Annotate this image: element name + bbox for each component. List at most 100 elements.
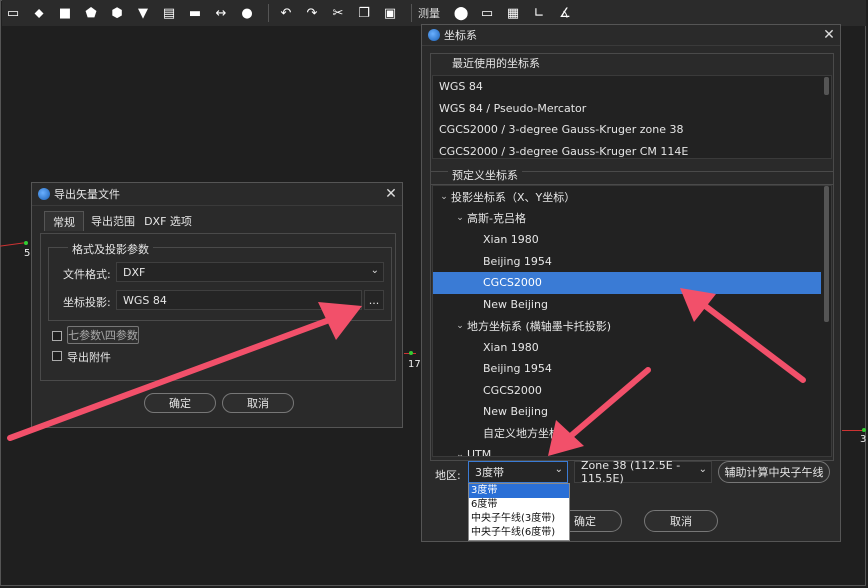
tree-item[interactable]: ⌄ 地方坐标系 (横轴墨卡托投影)	[433, 315, 831, 337]
zone-select[interactable]: Zone 38 (112.5E - 115.5E) ⌄	[574, 459, 712, 485]
ok-button[interactable]: 确定	[144, 393, 216, 413]
location-icon[interactable]: ⬤	[450, 2, 472, 24]
predefined-tree[interactable]: ⌄ 投影坐标系（X、Y坐标） ⌄ 高斯-克吕格 Xian 1980 Beijing 195…	[432, 185, 832, 457]
rectangle-icon[interactable]: ▭	[2, 2, 24, 24]
resize-arrows-icon[interactable]: ↔	[210, 2, 232, 24]
region-dropdown-list[interactable]: 3度带 6度带 中央子午线(3度带) 中央子午线(6度带)	[468, 483, 570, 541]
zone-value: Zone 38 (112.5E - 115.5E)	[581, 459, 681, 485]
dropdown-option[interactable]: 6度带	[469, 498, 569, 512]
cancel-button[interactable]: 取消	[222, 393, 294, 413]
map-point-label: 3	[860, 434, 867, 445]
app-logo-icon	[38, 188, 50, 200]
projection-field[interactable]: WGS 84	[116, 290, 362, 310]
format-label: 文件格式:	[63, 268, 111, 281]
dropdown-option[interactable]: 3度带	[469, 484, 569, 498]
map-point[interactable]	[862, 428, 866, 432]
export-attachment-checkbox[interactable]	[52, 351, 62, 361]
format-value: DXF	[123, 265, 146, 279]
tree-item-label: 高斯-克吕格	[467, 212, 526, 226]
tree-item[interactable]: CGCS2000	[433, 272, 821, 294]
circle-icon[interactable]: ●	[236, 2, 258, 24]
coordinate-system-dialog: 坐标系 ✕ 最近使用的坐标系 WGS 84 WGS 84 / Pseudo-Me…	[421, 24, 841, 542]
dialog-titlebar: 导出矢量文件 ✕	[32, 183, 402, 206]
region-label: 地区:	[435, 469, 461, 482]
toolbar: ▭ ⬥ ■ ⬟ ⬢ ▼ ▤ ▬ ↔ ● ↶ ↷ ✂ ❐ ▣ 测量 ⬤ ▭ ▦ ∟…	[2, 0, 866, 26]
chevron-down-icon[interactable]: ⌄	[453, 213, 467, 223]
toolbar-divider	[411, 4, 412, 22]
tab-dxf-options[interactable]: DXF 选项	[140, 211, 196, 231]
chevron-down-icon[interactable]: ⌄	[453, 321, 467, 331]
seven-param-button[interactable]: 七参数\四参数	[67, 326, 139, 344]
tree-item-label: Xian 1980	[483, 340, 539, 354]
tree-item-label: New Beijing	[483, 297, 548, 311]
list-item[interactable]: WGS 84	[433, 76, 831, 98]
tree-item[interactable]: Xian 1980	[433, 229, 831, 251]
funnel-icon[interactable]: ▼	[132, 2, 154, 24]
square-icon[interactable]: ■	[54, 2, 76, 24]
scrollbar-thumb[interactable]	[824, 186, 829, 322]
tab-general[interactable]: 常规	[44, 211, 84, 231]
measure-label: 测量	[418, 7, 440, 20]
projection-value: WGS 84	[123, 293, 167, 307]
tree-item[interactable]: ⌄ UTM	[433, 444, 831, 457]
recent-list[interactable]: WGS 84 WGS 84 / Pseudo-Mercator CGCS2000…	[432, 75, 832, 159]
cancel-button[interactable]: 取消	[644, 510, 718, 532]
predefined-title: 预定义坐标系	[448, 167, 522, 183]
tree-item-label: UTM	[467, 448, 492, 457]
list-item[interactable]: CGCS2000 / 3-degree Gauss-Kruger zone 38	[433, 119, 831, 141]
export-vector-dialog: 导出矢量文件 ✕ 常规 导出范围 DXF 选项 格式及投影参数 文件格式: DX…	[31, 182, 403, 428]
tree-item-label: 地方坐标系 (横轴墨卡托投影)	[467, 319, 612, 333]
list-item[interactable]: CGCS2000 / 3-degree Gauss-Kruger CM 114E	[433, 141, 831, 159]
tree-item[interactable]: ⌄ 高斯-克吕格	[433, 208, 831, 230]
tree-item[interactable]: Beijing 1954	[433, 358, 831, 380]
seven-param-checkbox[interactable]	[52, 331, 62, 341]
close-icon[interactable]: ✕	[380, 186, 402, 202]
region-select[interactable]: 3度带 ⌄	[468, 461, 568, 483]
tree-item-label: Xian 1980	[483, 233, 539, 247]
chevron-down-icon: ⌄	[554, 464, 563, 475]
group-title: 格式及投影参数	[68, 241, 153, 257]
polygon-icon[interactable]: ⬢	[106, 2, 128, 24]
cut-icon[interactable]: ✂	[327, 2, 349, 24]
copy-icon[interactable]: ❐	[353, 2, 375, 24]
tree-item[interactable]: CGCS2000	[433, 380, 831, 402]
dropdown-option[interactable]: 中央子午线(3度带)	[469, 512, 569, 526]
tree-item-label: 投影坐标系（X、Y坐标）	[451, 190, 576, 204]
area-icon[interactable]: ▦	[502, 2, 524, 24]
dialog-titlebar: 坐标系 ✕	[422, 25, 840, 46]
pentagon-icon[interactable]: ⬟	[80, 2, 102, 24]
tree-item[interactable]: 自定义地方坐标	[433, 423, 831, 445]
dialog-title: 坐标系	[444, 29, 477, 42]
format-select[interactable]: DXF ⌄	[116, 262, 384, 282]
tree-item[interactable]: Xian 1980	[433, 337, 831, 359]
close-icon[interactable]: ✕	[818, 27, 840, 43]
tree-item[interactable]: New Beijing	[433, 294, 831, 316]
list-item[interactable]: WGS 84 / Pseudo-Mercator	[433, 98, 831, 120]
scrollbar-thumb[interactable]	[824, 77, 829, 95]
pin-icon[interactable]: ⬥	[28, 2, 50, 24]
app-logo-icon	[428, 29, 440, 41]
undo-icon[interactable]: ↶	[275, 2, 297, 24]
chevron-down-icon[interactable]: ⌄	[437, 192, 451, 202]
comment-icon[interactable]: ▬	[184, 2, 206, 24]
tree-item[interactable]: New Beijing	[433, 401, 831, 423]
tree-item-label: New Beijing	[483, 405, 548, 419]
chevron-down-icon[interactable]: ⌄	[453, 450, 467, 456]
angle-measure-icon[interactable]: ∡	[554, 2, 576, 24]
tab-export-range[interactable]: 导出范围	[88, 211, 138, 231]
redo-icon[interactable]: ↷	[301, 2, 323, 24]
tree-item[interactable]: Beijing 1954	[433, 251, 831, 273]
tree-item-label: Beijing 1954	[483, 254, 552, 268]
map-point[interactable]	[24, 241, 28, 245]
chevron-down-icon: ⌄	[698, 464, 707, 475]
dropdown-option[interactable]: 中央子午线(6度带)	[469, 526, 569, 540]
map-point[interactable]	[409, 351, 413, 355]
angle-icon[interactable]: ∟	[528, 2, 550, 24]
paste-icon[interactable]: ▣	[379, 2, 401, 24]
tree-item-label: CGCS2000	[483, 276, 542, 290]
tree-item[interactable]: ⌄ 投影坐标系（X、Y坐标）	[433, 186, 831, 208]
image-icon[interactable]: ▤	[158, 2, 180, 24]
browse-projection-button[interactable]: ...	[364, 290, 384, 310]
calc-meridian-button[interactable]: 辅助计算中央子午线	[718, 461, 830, 483]
ruler-icon[interactable]: ▭	[476, 2, 498, 24]
